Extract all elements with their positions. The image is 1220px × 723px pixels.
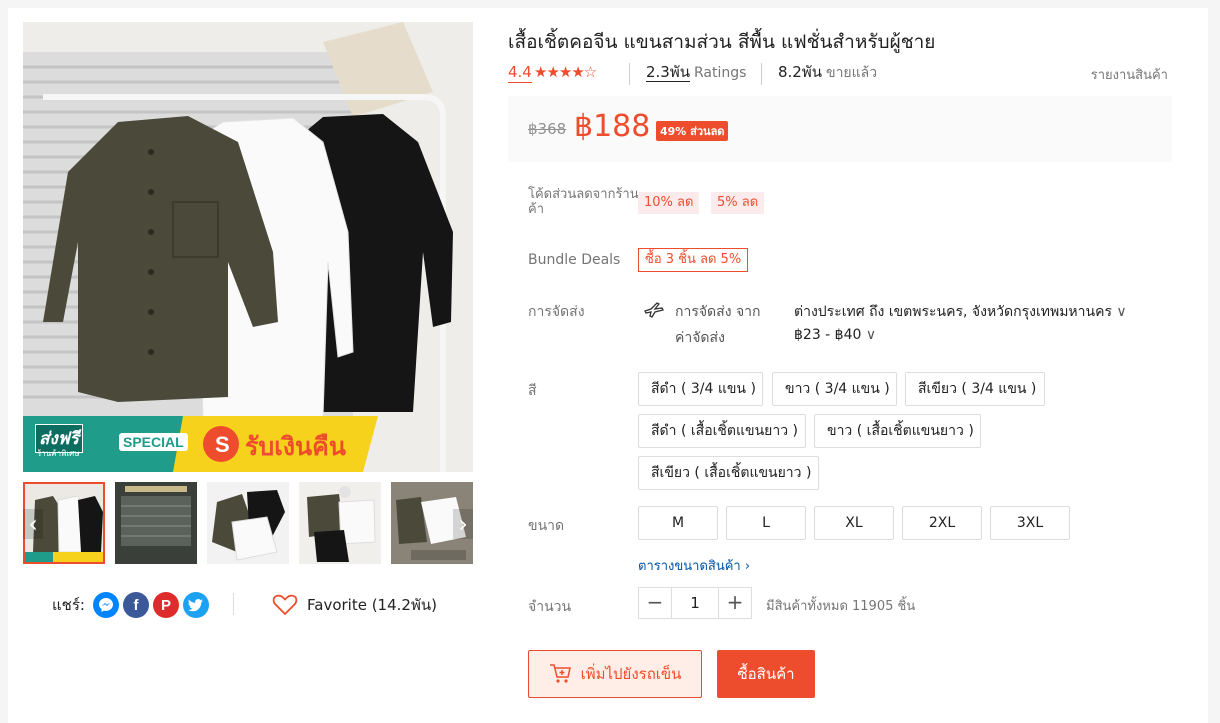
chevron-right-icon: › bbox=[744, 559, 751, 574]
thumbnail-next-arrow[interactable]: › bbox=[453, 509, 473, 539]
meta-divider bbox=[761, 63, 762, 85]
thumbnail-prev-arrow[interactable]: ‹ bbox=[23, 509, 43, 539]
price-box: ฿368 ฿188 49% ส่วนลด bbox=[508, 96, 1172, 162]
shipping-fee-text: ฿23 - ฿40 bbox=[794, 327, 862, 343]
shipping-from-text: ต่างประเทศ ถึง เขตพระนคร, จังหวัดกรุงเทพ… bbox=[794, 304, 1112, 320]
thumbnail-3[interactable] bbox=[207, 482, 289, 564]
color-option[interactable]: สีดำ ( 3/4 แขน ) bbox=[638, 372, 763, 406]
shipping-label: การจัดส่ง bbox=[528, 304, 585, 320]
chevron-down-icon: ∨ bbox=[865, 327, 877, 343]
size-label: ขนาด bbox=[528, 518, 565, 534]
size-option[interactable]: L bbox=[726, 506, 806, 540]
voucher-item[interactable]: 5% ลด bbox=[711, 192, 765, 214]
color-option[interactable]: สีดำ ( เสื้อเชิ้ตแขนยาว ) bbox=[638, 414, 806, 448]
color-option[interactable]: สีเขียว ( 3/4 แขน ) bbox=[905, 372, 1045, 406]
quantity-input[interactable]: 1 bbox=[671, 588, 719, 618]
ratings-count-value: 2.3พัน bbox=[646, 63, 690, 82]
size-option[interactable]: 3XL bbox=[990, 506, 1070, 540]
banner-cashback: รับเงินคืน bbox=[245, 432, 346, 461]
thumbnail-2[interactable] bbox=[115, 482, 197, 564]
size-option[interactable]: 2XL bbox=[902, 506, 982, 540]
size-option[interactable]: M bbox=[638, 506, 718, 540]
share-row: แชร์: f P bbox=[52, 590, 209, 620]
color-option[interactable]: ขาว ( เสื้อเชิ้ตแขนยาว ) bbox=[814, 414, 981, 448]
meta-divider bbox=[629, 63, 630, 85]
sold-count: 8.2พัน ขายแล้ว bbox=[778, 62, 877, 83]
bundle-label: Bundle Deals bbox=[528, 252, 621, 268]
size-chart-label: ตารางขนาดสินค้า bbox=[638, 559, 741, 574]
current-price: ฿188 bbox=[574, 109, 651, 144]
cart-icon bbox=[549, 664, 571, 683]
shipping-from-value[interactable]: ต่างประเทศ ถึง เขตพระนคร, จังหวัดกรุงเทพ… bbox=[794, 301, 1127, 323]
heart-icon bbox=[272, 594, 298, 616]
buy-now-button[interactable]: ซื้อสินค้า bbox=[717, 650, 815, 698]
thumbnail-4[interactable] bbox=[299, 482, 381, 564]
ratings-count[interactable]: 2.3พัน Ratings bbox=[646, 62, 746, 83]
add-to-cart-label: เพิ่มไปยังรถเข็น bbox=[580, 665, 682, 683]
product-main-image[interactable]: S ส่งฟรี ร้านค้าพิเศษ SPECIAL รับเงินคืน bbox=[23, 22, 473, 472]
sold-count-label: ขายแล้ว bbox=[826, 65, 878, 81]
banner-special: SPECIAL bbox=[119, 433, 188, 451]
plane-icon bbox=[644, 302, 664, 318]
add-to-cart-button[interactable]: เพิ่มไปยังรถเข็น bbox=[528, 650, 702, 698]
color-option[interactable]: ขาว ( 3/4 แขน ) bbox=[772, 372, 897, 406]
favorite-button[interactable]: Favorite (14.2พัน) bbox=[272, 590, 437, 620]
pinterest-icon[interactable]: P bbox=[152, 592, 179, 618]
size-option[interactable]: XL bbox=[814, 506, 894, 540]
favorite-label: Favorite (14.2พัน) bbox=[307, 596, 437, 614]
quantity-label: จำนวน bbox=[528, 599, 572, 615]
share-label: แชร์: bbox=[52, 596, 85, 614]
share-divider bbox=[233, 593, 234, 615]
size-chart-link[interactable]: ตารางขนาดสินค้า › bbox=[638, 555, 750, 576]
shipping-fee-value[interactable]: ฿23 - ฿40 ∨ bbox=[794, 327, 876, 343]
discount-badge: 49% ส่วนลด bbox=[656, 121, 729, 141]
bundle-deal-tag[interactable]: ซื้อ 3 ชิ้น ลด 5% bbox=[638, 248, 749, 272]
svg-text:S: S bbox=[215, 432, 230, 457]
twitter-icon[interactable] bbox=[182, 592, 209, 618]
quantity-stepper: − 1 + bbox=[638, 587, 752, 619]
original-price: ฿368 bbox=[528, 120, 567, 138]
product-meta-row: 4.4 ★★★★☆ 2.3พัน Ratings 8.2พัน ขายแล้ว รา… bbox=[508, 62, 1168, 86]
shipping-from-label: การจัดส่ง จาก bbox=[675, 304, 761, 320]
voucher-item[interactable]: 10% ลด bbox=[638, 192, 700, 214]
chevron-down-icon: ∨ bbox=[1116, 304, 1127, 320]
stock-info: มีสินค้าทั้งหมด 11905 ชิ้น bbox=[766, 599, 916, 614]
shipping-fee-label: ค่าจัดส่ง bbox=[675, 330, 725, 346]
messenger-icon[interactable] bbox=[92, 592, 119, 618]
report-product-link[interactable]: รายงานสินค้า bbox=[1091, 64, 1168, 85]
product-title: เสื้อเชิ้ตคอจีน แขนสามส่วน สีพื้น แฟชั่น… bbox=[508, 31, 936, 53]
rating-stars-icon: ★★★★☆ bbox=[534, 63, 597, 81]
decrease-quantity-button[interactable]: − bbox=[639, 588, 671, 618]
rating-value[interactable]: 4.4 bbox=[508, 62, 532, 83]
sold-count-value: 8.2พัน bbox=[778, 63, 822, 81]
product-photo: S bbox=[23, 22, 473, 472]
color-option[interactable]: สีเขียว ( เสื้อเชิ้ตแขนยาว ) bbox=[638, 456, 819, 490]
voucher-label: โค้ดส่วนลดจากร้านค้า bbox=[528, 187, 639, 217]
thumbnail-strip: ‹ › bbox=[23, 482, 473, 564]
color-label: สี bbox=[528, 383, 537, 399]
increase-quantity-button[interactable]: + bbox=[719, 588, 751, 618]
ratings-count-label: Ratings bbox=[694, 65, 747, 81]
banner-free-ship-sub: ร้านค้าพิเศษ bbox=[37, 449, 80, 458]
facebook-icon[interactable]: f bbox=[122, 592, 149, 618]
